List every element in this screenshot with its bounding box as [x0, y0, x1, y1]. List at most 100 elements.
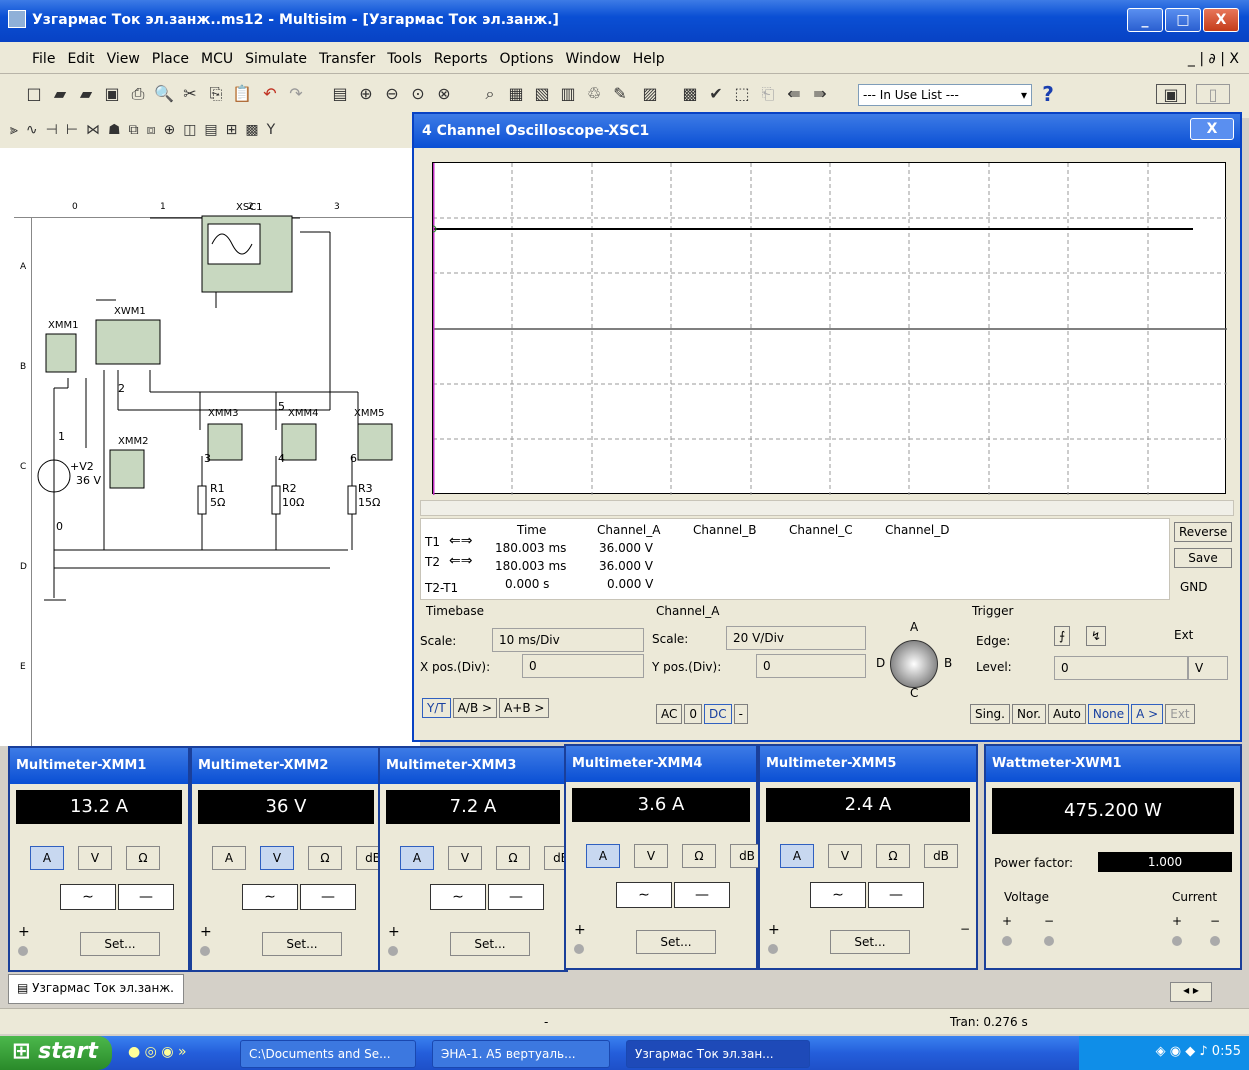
- voltmeter-button[interactable]: V: [260, 846, 294, 870]
- zoom-in-icon[interactable]: ⊕: [356, 84, 376, 104]
- analysis-icon[interactable]: ▨: [640, 84, 660, 104]
- region-icon[interactable]: ⬚: [732, 84, 752, 104]
- ammeter-button[interactable]: A: [400, 846, 434, 870]
- set-button[interactable]: Set...: [450, 932, 530, 956]
- new-file-icon[interactable]: □: [24, 84, 44, 104]
- spreadsheet-icon[interactable]: ▥: [558, 84, 578, 104]
- ac-coupling-button[interactable]: AC: [656, 704, 683, 724]
- save-icon[interactable]: ▣: [102, 84, 122, 104]
- ac-mode-icon[interactable]: ∼: [430, 884, 486, 910]
- wattmeter-xwm1[interactable]: Wattmeter-XWM1 475.200 W Power factor: 1…: [984, 744, 1242, 970]
- set-button[interactable]: Set...: [262, 932, 342, 956]
- single-trigger-button[interactable]: Sing.: [970, 704, 1010, 724]
- level-input[interactable]: 0: [1054, 656, 1188, 680]
- dc-mode-icon[interactable]: —: [488, 884, 544, 910]
- invert-button[interactable]: -: [733, 704, 748, 724]
- multimeter-xmm3[interactable]: Multimeter-XMM3 7.2 A A V ΩdB ∼ — + Set...: [378, 746, 578, 972]
- in-use-list-select[interactable]: --- In Use List --- ▾: [858, 84, 1032, 106]
- undo-icon[interactable]: ↶: [260, 84, 280, 104]
- quicklaunch-icons[interactable]: ● ◎ ◉ »: [128, 1044, 187, 1060]
- rising-edge-icon[interactable]: ⨍: [1054, 626, 1071, 646]
- maximize-button[interactable]: □: [1165, 8, 1201, 32]
- database-icon[interactable]: ▩: [680, 84, 700, 104]
- copy-icon[interactable]: ⎘: [206, 84, 226, 104]
- voltmeter-button[interactable]: V: [634, 844, 668, 868]
- paste-region-icon[interactable]: ⎗: [758, 84, 778, 104]
- open-sample-icon[interactable]: ▰: [76, 84, 96, 104]
- timebase-scale-input[interactable]: 10 ms/Div: [492, 628, 644, 652]
- netlist-icon[interactable]: ♲: [584, 84, 604, 104]
- back-annotate-icon[interactable]: ⇚: [784, 84, 804, 104]
- none-trigger-button[interactable]: None: [1087, 704, 1130, 724]
- decibel-button[interactable]: dB: [924, 844, 958, 868]
- trigger-source-ext-button[interactable]: Ext: [1165, 704, 1195, 724]
- menu-transfer[interactable]: Transfer: [313, 42, 381, 67]
- ohmmeter-button[interactable]: Ω: [496, 846, 530, 870]
- t2-arrows-icon[interactable]: ⇐⇒: [449, 553, 472, 569]
- normal-trigger-button[interactable]: Nor.: [1012, 704, 1046, 724]
- menu-help[interactable]: Help: [627, 42, 671, 67]
- minimize-button[interactable]: _: [1127, 8, 1163, 32]
- mdi-controls[interactable]: _ | ∂ | X: [1182, 42, 1245, 67]
- channel-selector-knob[interactable]: [890, 640, 938, 688]
- component-wizard-icon[interactable]: ✎: [610, 84, 630, 104]
- zoom-area-icon[interactable]: ⊙: [408, 84, 428, 104]
- taskbar-word[interactable]: ЭНА-1. А5 вертуаль...: [432, 1040, 610, 1068]
- reverse-button[interactable]: Reverse: [1174, 522, 1232, 542]
- redo-icon[interactable]: ↷: [286, 84, 306, 104]
- menu-options[interactable]: Options: [494, 42, 560, 67]
- ohmmeter-button[interactable]: Ω: [126, 846, 160, 870]
- pause-switch-icon[interactable]: ▯: [1196, 84, 1230, 104]
- multimeter-xmm4[interactable]: Multimeter-XMM4 3.6 A A V ΩdB ∼ — + Set...: [564, 744, 764, 970]
- xpos-input[interactable]: 0: [522, 654, 644, 678]
- set-button[interactable]: Set...: [830, 930, 910, 954]
- channel-scale-input[interactable]: 20 V/Div: [726, 626, 866, 650]
- oscilloscope-scrollbar[interactable]: [420, 500, 1234, 516]
- menu-mcu[interactable]: MCU: [195, 42, 239, 67]
- oscilloscope-window[interactable]: 4 Channel Oscilloscope-XSC1 X T1 T2 T2-T…: [412, 112, 1242, 742]
- ohmmeter-button[interactable]: Ω: [682, 844, 716, 868]
- grapher-icon[interactable]: ▦: [506, 84, 526, 104]
- ac-mode-icon[interactable]: ∼: [810, 882, 866, 908]
- taskbar-multisim[interactable]: Узгармас Ток эл.зан...: [626, 1040, 810, 1068]
- set-button[interactable]: Set...: [636, 930, 716, 954]
- oscilloscope-screen[interactable]: [432, 162, 1227, 495]
- erc-icon[interactable]: ✔: [706, 84, 726, 104]
- start-button[interactable]: ⊞ start: [0, 1036, 112, 1070]
- voltmeter-button[interactable]: V: [828, 844, 862, 868]
- ammeter-button[interactable]: A: [586, 844, 620, 868]
- level-unit[interactable]: V: [1188, 656, 1228, 680]
- menu-place[interactable]: Place: [146, 42, 195, 67]
- ab-button[interactable]: A/B >: [452, 698, 498, 718]
- menu-file[interactable]: File: [0, 42, 61, 67]
- falling-edge-icon[interactable]: ↯: [1086, 626, 1107, 646]
- oscilloscope-close-button[interactable]: X: [1190, 118, 1234, 140]
- dc-mode-icon[interactable]: —: [118, 884, 174, 910]
- ammeter-button[interactable]: A: [780, 844, 814, 868]
- menu-simulate[interactable]: Simulate: [239, 42, 313, 67]
- open-folder-icon[interactable]: ▰: [50, 84, 70, 104]
- taskbar-explorer[interactable]: C:\Documents and Se...: [240, 1040, 416, 1068]
- print-icon[interactable]: ⎙: [128, 84, 148, 104]
- ammeter-button[interactable]: A: [30, 846, 64, 870]
- design-tab[interactable]: ▤ Узгармас Ток эл.занж.: [8, 974, 184, 1004]
- a-plus-b-button[interactable]: A+B >: [499, 698, 550, 718]
- full-screen-icon[interactable]: ▤: [330, 84, 350, 104]
- t1-arrows-icon[interactable]: ⇐⇒: [449, 533, 472, 549]
- postprocessor-icon[interactable]: ▧: [532, 84, 552, 104]
- components-toolbar[interactable]: ⫸∿⊣⊢⋈☗⧉⧈⊕◫▤⊞▩Y: [0, 118, 420, 148]
- schematic-svg[interactable]: [0, 148, 420, 746]
- dc-mode-icon[interactable]: —: [674, 882, 730, 908]
- print-preview-icon[interactable]: 🔍: [154, 84, 174, 104]
- system-tray[interactable]: ◈ ◉ ◆ ♪ 0:55: [1079, 1036, 1249, 1070]
- set-button[interactable]: Set...: [80, 932, 160, 956]
- dc-mode-icon[interactable]: —: [868, 882, 924, 908]
- ohmmeter-button[interactable]: Ω: [308, 846, 342, 870]
- ohmmeter-button[interactable]: Ω: [876, 844, 910, 868]
- voltmeter-button[interactable]: V: [78, 846, 112, 870]
- multimeter-xmm1[interactable]: Multimeter-XMM1 13.2 A AVΩ ∼ — + Set...: [8, 746, 190, 972]
- dc-mode-icon[interactable]: —: [300, 884, 356, 910]
- menu-edit[interactable]: Edit: [61, 42, 100, 67]
- close-button[interactable]: X: [1203, 8, 1239, 32]
- help-icon[interactable]: ?: [1038, 84, 1058, 104]
